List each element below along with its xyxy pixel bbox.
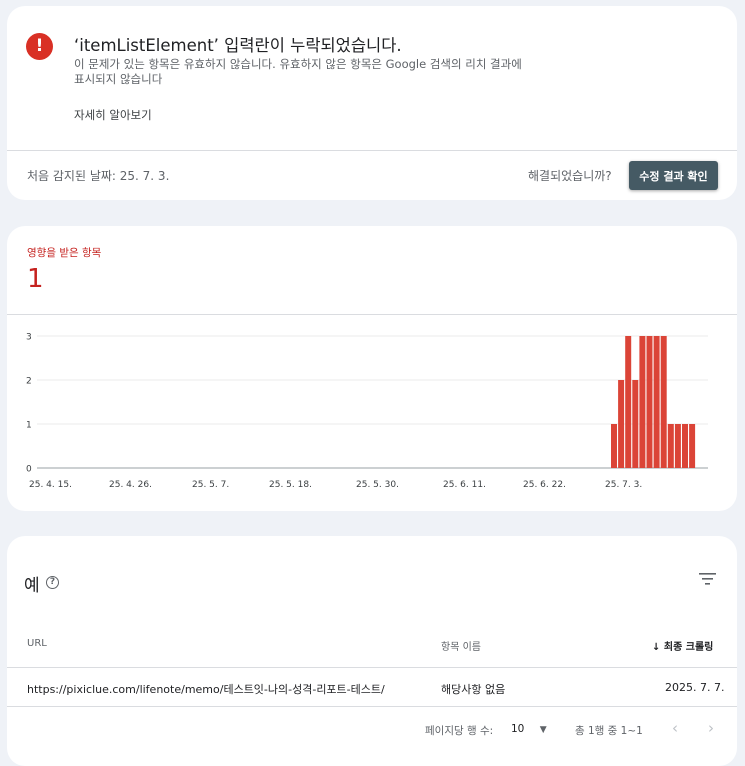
chart-bar (682, 424, 688, 468)
rows-per-page-value: 10 (511, 723, 525, 735)
x-tick-label: 25. 7. 3. (605, 480, 642, 490)
affected-items-count: 1 (27, 264, 44, 294)
x-tick-label: 25. 6. 22. (523, 480, 566, 490)
column-header-last-crawled[interactable]: ↓ 최종 크롤링 (652, 638, 713, 653)
chart-bar (674, 424, 681, 468)
chart-bar (625, 336, 632, 468)
first-detected-date: 처음 감지된 날짜: 25. 7. 3. (27, 169, 170, 183)
pagination-range: 총 1행 중 1~1 (575, 725, 643, 737)
chart-bar (639, 336, 646, 468)
prev-page-icon[interactable]: ‹ (672, 719, 678, 737)
divider (7, 150, 737, 151)
error-icon: ! (26, 33, 53, 60)
examples-card: 예 ? URL 항목 이름 ↓ 최종 크롤링 https://pixiclue.… (7, 536, 737, 766)
y-tick-label: 1 (26, 421, 32, 431)
resolved-question: 해결되었습니까? (528, 169, 612, 183)
x-tick-label: 25. 6. 11. (443, 480, 486, 490)
row-url[interactable]: https://pixiclue.com/lifenote/memo/테스트잇-… (27, 681, 385, 697)
divider (7, 667, 737, 668)
help-circle-icon[interactable]: ? (46, 576, 59, 589)
examples-title: 예 (24, 576, 40, 596)
issue-card: ! ‘itemListElement’ 입력란이 누락되었습니다. 이 문제가 … (7, 6, 737, 200)
chart-bar (689, 424, 696, 468)
x-tick-label: 25. 4. 15. (29, 480, 72, 490)
learn-more-link[interactable]: 자세히 알아보기 (74, 107, 152, 123)
filter-icon[interactable] (699, 572, 716, 586)
chart-bar (646, 336, 653, 468)
x-tick-label: 25. 5. 18. (269, 480, 312, 490)
issue-description: 이 문제가 있는 항목은 유효하지 않습니다. 유효하지 않은 항목은 Goog… (74, 57, 522, 86)
rows-per-page-select[interactable]: 10 ▼ (511, 723, 547, 735)
divider (7, 706, 737, 707)
x-tick-label: 25. 5. 7. (192, 480, 229, 490)
rows-per-page-label: 페이지당 행 수: (425, 725, 494, 737)
y-tick-label: 0 (26, 465, 32, 475)
chart-bar (611, 424, 617, 468)
x-tick-label: 25. 4. 26. (109, 480, 152, 490)
affected-items-chart: 0 1 2 3 25. 4. 15. 25. 4. 26. 25. 5. 7. 25. 5. … (26, 333, 708, 490)
affected-items-card: 영향을 받은 항목 1 0 1 2 3 25. 4. 15. 25. 4. 26. 25. … (7, 226, 737, 511)
arrow-down-icon: ↓ (652, 642, 661, 653)
column-header-url[interactable]: URL (27, 638, 47, 649)
next-page-icon[interactable]: › (708, 719, 714, 737)
chart-bar (632, 380, 639, 468)
chart-bar (667, 424, 674, 468)
x-tick-label: 25. 5. 30. (356, 480, 399, 490)
chart-bar (660, 336, 667, 468)
y-tick-label: 3 (26, 333, 32, 343)
validate-fix-button[interactable]: 수정 결과 확인 (629, 161, 718, 190)
issue-title: ‘itemListElement’ 입력란이 누락되었습니다. (74, 36, 402, 55)
dropdown-arrow-icon: ▼ (539, 725, 547, 735)
chart-bar (618, 380, 625, 468)
row-last-crawled: 2025. 7. 7. (665, 681, 725, 694)
affected-items-label: 영향을 받은 항목 (27, 247, 102, 259)
row-item-name: 해당사항 없음 (441, 683, 506, 696)
chart-bar (653, 336, 660, 468)
y-tick-label: 2 (26, 377, 32, 387)
column-header-last-crawled-label: 최종 크롤링 (663, 642, 714, 653)
column-header-item-name[interactable]: 항목 이름 (441, 638, 481, 653)
